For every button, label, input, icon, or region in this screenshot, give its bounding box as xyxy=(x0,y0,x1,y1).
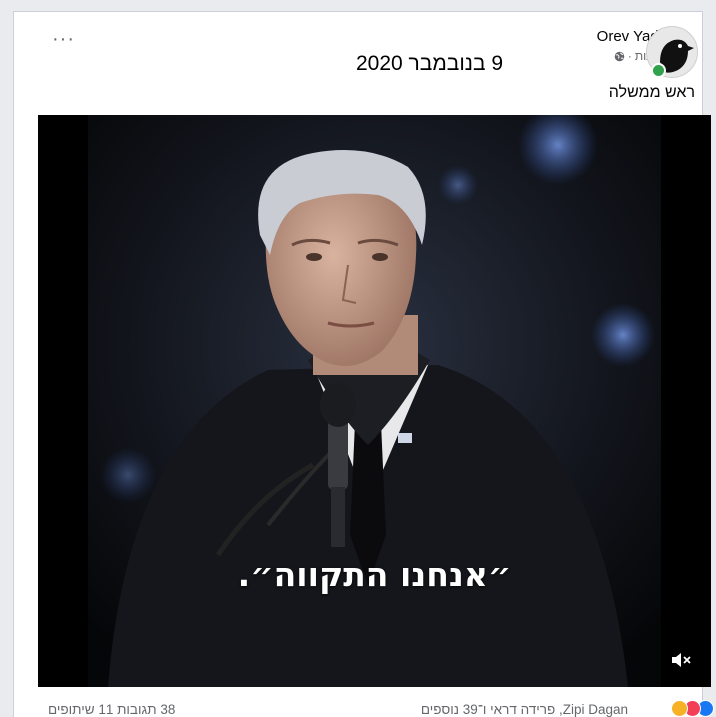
post-caption: ראש ממשלה xyxy=(608,84,695,101)
meta-separator: · xyxy=(627,49,632,63)
video-player[interactable]: ״אנחנו התקווה״. xyxy=(38,115,711,687)
video-frame xyxy=(38,115,711,687)
post-footer: Zipi Dagan, פרידה דראי ו־39 נוספים 38 תג… xyxy=(40,698,714,717)
comments-shares-count[interactable]: 38 תגובות 11 שיתופים xyxy=(48,702,175,717)
online-status-dot xyxy=(651,63,666,78)
reactors-text[interactable]: Zipi Dagan, פרידה דראי ו־39 נוספים xyxy=(421,702,628,717)
volume-muted-icon[interactable] xyxy=(670,650,692,670)
reaction-icons[interactable] xyxy=(671,700,714,717)
globe-icon xyxy=(614,51,625,61)
post-date-overlay: 9 בנובמבר 2020 xyxy=(356,52,504,75)
video-subtitle: ״אנחנו התקווה״. xyxy=(237,555,512,594)
haha-reaction-icon xyxy=(671,700,688,717)
more-options-button[interactable]: ··· xyxy=(52,29,75,49)
